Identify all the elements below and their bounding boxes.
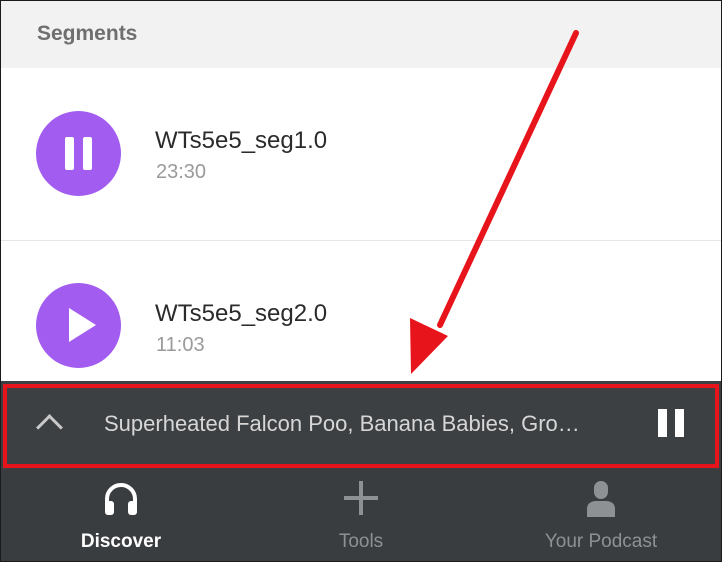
tab-label: Discover	[80, 531, 162, 552]
segment-title: WTs5e5_seg2.0	[155, 300, 328, 327]
segment-row[interactable]: WTs5e5_seg2.0 11:03	[1, 241, 721, 381]
app-screen: Segments WTs5e5_seg1.0 23:30 WTs5e5_seg2…	[0, 0, 722, 562]
segment-title: WTs5e5_seg1.0	[155, 127, 328, 154]
pause-button[interactable]	[36, 111, 121, 196]
tab-discover[interactable]: Discover	[1, 469, 241, 561]
headphones-icon	[105, 483, 137, 515]
mini-player[interactable]: Superheated Falcon Poo, Banana Babies, G…	[1, 381, 721, 469]
now-playing-title[interactable]: Superheated Falcon Poo, Banana Babies, G…	[104, 411, 624, 437]
tab-label: Your Podcast	[544, 531, 658, 552]
segment-row[interactable]: WTs5e5_seg1.0 23:30	[1, 68, 721, 241]
segment-duration: 23:30	[156, 161, 207, 183]
pause-icon	[65, 137, 92, 170]
tab-tools[interactable]: Tools	[241, 469, 481, 561]
segment-duration: 11:03	[156, 334, 205, 356]
play-icon	[69, 308, 96, 342]
segments-header: Segments	[1, 1, 721, 68]
play-button[interactable]	[36, 283, 121, 368]
pause-icon[interactable]	[658, 409, 684, 437]
person-icon	[587, 481, 615, 517]
tab-label: Tools	[338, 531, 384, 552]
bottom-tab-bar: Discover Tools Your Podcast	[1, 469, 721, 561]
plus-icon	[344, 481, 378, 515]
section-title: Segments	[37, 22, 138, 45]
tab-your-podcast[interactable]: Your Podcast	[481, 469, 721, 561]
